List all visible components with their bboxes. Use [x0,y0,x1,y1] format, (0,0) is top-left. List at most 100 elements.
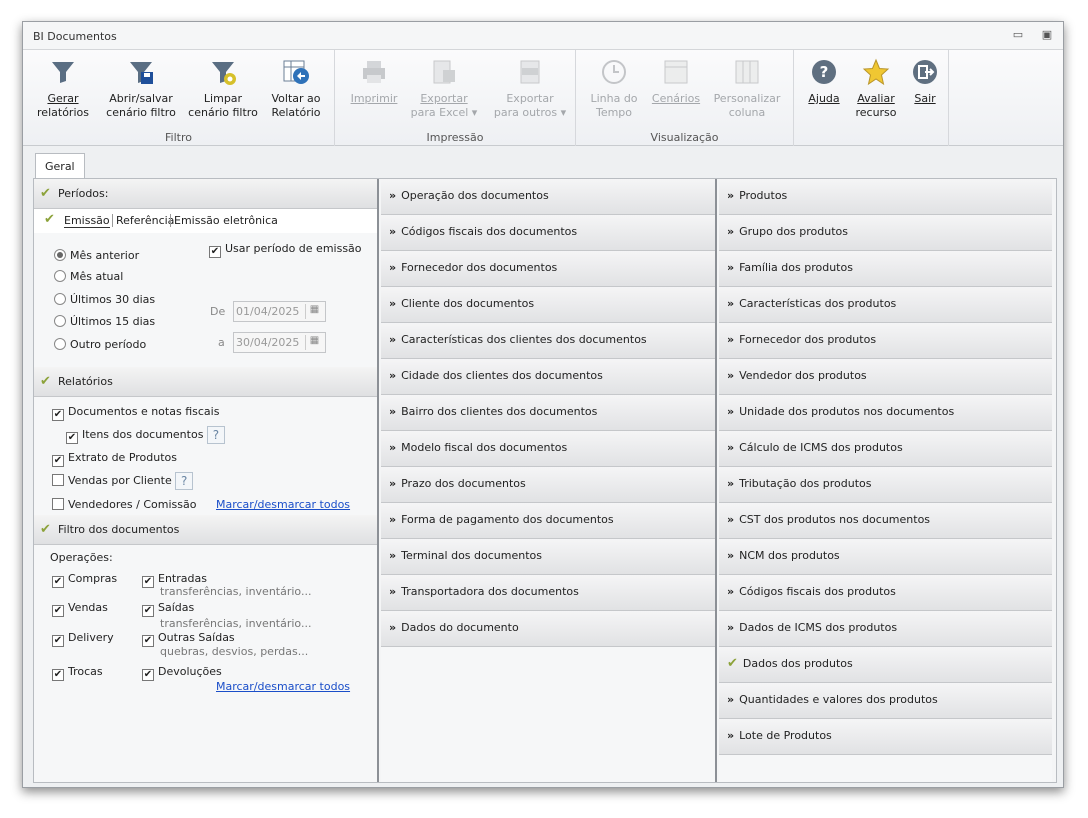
subtab-emissao[interactable]: Emissão [64,214,110,228]
radio-mes-anterior[interactable]: Mês anterior [54,249,139,262]
check-icon: ✔ [44,212,55,227]
produtos-item-label: Grupo dos produtos [739,225,848,238]
documentos-list-item[interactable]: » Características dos clientes dos docume… [381,323,715,359]
avaliar-recurso-button[interactable]: Avaliar recurso [850,58,902,120]
produtos-list-item[interactable]: » Dados de ICMS dos produtos [719,611,1052,647]
radio-ultimos-30-dias[interactable]: Últimos 30 dias [54,293,155,306]
radio-indicator [54,293,66,305]
cenarios-button[interactable]: Cenários [648,58,704,106]
voltar-relatorio-button[interactable]: Voltar ao Relatório [263,58,329,120]
documentos-list-item[interactable]: » Operação dos documentos [381,179,715,215]
produtos-list-item[interactable]: » Tributação dos produtos [719,467,1052,503]
documentos-list-item[interactable]: » Terminal dos documentos [381,539,715,575]
documentos-item-label: Fornecedor dos documentos [401,261,558,274]
documentos-item-label: Dados do documento [401,621,519,634]
gerar-relatorios-button[interactable]: Gerar relatórios [31,58,95,120]
produtos-list-item[interactable]: » Lote de Produtos [719,719,1052,755]
documentos-list-item[interactable]: » Códigos fiscais dos documentos [381,215,715,251]
op-trocas-checkbox[interactable]: ✔ Trocas [52,665,103,681]
double-chevron-icon: » [389,405,397,418]
produtos-item-label: Dados de ICMS dos produtos [739,621,898,634]
checkbox-indicator: ✔ [52,635,64,647]
produtos-item-label: Vendedor dos produtos [739,369,867,382]
tab-geral[interactable]: Geral [35,153,85,179]
calendar-icon[interactable]: ▦ [305,304,323,319]
personalizar-coluna-button[interactable]: Personalizar coluna [710,58,784,120]
date-to-field[interactable]: 30/04/2025 ▦ [233,332,326,353]
exportar-outros-button[interactable]: Exportar para outros ▾ [491,58,569,120]
produtos-list-item[interactable]: » Códigos fiscais dos produtos [719,575,1052,611]
relatorio-extrato-checkbox[interactable]: ✔ Extrato de Produtos [52,451,177,467]
relatorios-toggle-all-link[interactable]: Marcar/desmarcar todos [216,498,350,511]
documentos-list-item[interactable]: » Dados do documento [381,611,715,647]
filtro-body: Operações: ✔ Compras ✔ Vendas ✔ Delivery ✔ T… [34,545,377,705]
usar-periodo-checkbox[interactable]: ✔ Usar período de emissão [209,242,362,258]
produtos-item-label: Características dos produtos [739,297,897,310]
documentos-list-item[interactable]: » Forma de pagamento dos documentos [381,503,715,539]
checkbox-indicator [52,474,64,486]
exportar-excel-button[interactable]: Exportar para Excel ▾ [409,58,479,120]
subtab-referencia[interactable]: Referência [112,214,174,227]
documentos-list-item[interactable]: » Transportadora dos documentos [381,575,715,611]
relatorios-header[interactable]: ✔ Relatórios [34,367,377,397]
minimize-icon[interactable]: ▭ [1010,28,1026,42]
documentos-list-item[interactable]: » Prazo dos documentos [381,467,715,503]
radio-ultimos-15-dias[interactable]: Últimos 15 dias [54,315,155,328]
radio-outro-periodo[interactable]: Outro período [54,338,146,351]
produtos-list-item[interactable]: » CST dos produtos nos documentos [719,503,1052,539]
relatorio-vendas-cliente-checkbox[interactable]: Vendas por Cliente ? [52,472,194,490]
produtos-list-item[interactable]: » Fornecedor dos produtos [719,323,1052,359]
documentos-list-item[interactable]: » Cidade dos clientes dos documentos [381,359,715,395]
ajuda-button[interactable]: ? Ajuda [802,58,846,106]
produtos-list-item[interactable]: » Cálculo de ICMS dos produtos [719,431,1052,467]
checkbox-indicator: ✔ [209,246,221,258]
radio-indicator [54,338,66,350]
abrir-salvar-cenario-button[interactable]: Abrir/salvar cenário filtro [101,58,181,120]
documentos-list-item[interactable]: » Fornecedor dos documentos [381,251,715,287]
op-devolucoes-checkbox[interactable]: ✔ Devoluções [142,665,222,681]
de-label: De [210,305,226,318]
sair-button[interactable]: Sair [906,58,944,106]
subtab-emissao-eletronica[interactable]: Emissão eletrônica [170,214,278,227]
filtro-toggle-all-link[interactable]: Marcar/desmarcar todos [216,680,350,693]
double-chevron-icon: » [389,261,397,274]
checkbox-indicator: ✔ [142,576,154,588]
help-question-icon[interactable]: ? [206,426,225,444]
produtos-list-item[interactable]: » NCM dos produtos [719,539,1052,575]
op-saidas-checkbox[interactable]: ✔ Saídas [142,601,194,617]
documentos-item-label: Modelo fiscal dos documentos [401,441,568,454]
filtro-documentos-header[interactable]: ✔ Filtro dos documentos [34,515,377,545]
imprimir-button[interactable]: Imprimir [347,58,401,106]
op-delivery-checkbox[interactable]: ✔ Delivery [52,631,114,647]
maximize-icon[interactable]: ▣ [1039,28,1055,42]
radio-mes-atual[interactable]: Mês atual [54,270,123,283]
relatorio-itens-checkbox[interactable]: ✔ Itens dos documentos ? [66,426,225,444]
relatorio-vendedores-checkbox[interactable]: Vendedores / Comissão [52,498,196,511]
produtos-list-item[interactable]: » Produtos [719,179,1052,215]
date-from-field[interactable]: 01/04/2025 ▦ [233,301,326,322]
produtos-list-item[interactable]: » Grupo dos produtos [719,215,1052,251]
op-outras-saidas-desc: quebras, desvios, perdas... [160,645,309,658]
ribbon-group-ajuda: ? Ajuda Avaliar recurso Sair [794,50,949,146]
linha-do-tempo-button[interactable]: Linha do Tempo [584,58,644,120]
produtos-list-item[interactable]: » Vendedor dos produtos [719,359,1052,395]
ribbon-group-impressao: Imprimir Exportar para Excel ▾ Exportar … [335,50,576,146]
documentos-list-item[interactable]: » Cliente dos documentos [381,287,715,323]
limpar-cenario-button[interactable]: Limpar cenário filtro [185,58,261,120]
help-question-icon[interactable]: ? [175,472,194,490]
periodos-header[interactable]: ✔ Períodos: [34,179,377,209]
produtos-list-item[interactable]: » Família dos produtos [719,251,1052,287]
produtos-list-item[interactable]: » Características dos produtos [719,287,1052,323]
produtos-list-item[interactable]: » Quantidades e valores dos produtos [719,683,1052,719]
produtos-list-item[interactable]: ✔ Dados dos produtos [719,647,1052,683]
produtos-list-item[interactable]: » Unidade dos produtos nos documentos [719,395,1052,431]
produtos-item-label: Fornecedor dos produtos [739,333,877,346]
double-chevron-icon: » [727,513,735,526]
op-compras-checkbox[interactable]: ✔ Compras [52,572,117,588]
op-vendas-checkbox[interactable]: ✔ Vendas [52,601,108,617]
documentos-list-item[interactable]: » Modelo fiscal dos documentos [381,431,715,467]
documentos-list-item[interactable]: » Bairro dos clientes dos documentos [381,395,715,431]
calendar-icon[interactable]: ▦ [305,335,323,350]
relatorio-documentos-checkbox[interactable]: ✔ Documentos e notas fiscais [52,405,219,421]
double-chevron-icon: » [389,333,397,346]
